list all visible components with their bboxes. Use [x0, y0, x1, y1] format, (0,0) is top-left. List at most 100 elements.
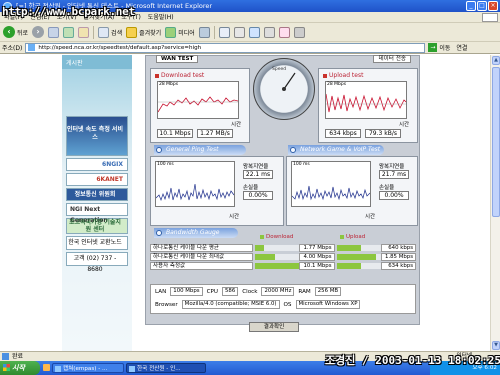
upload-bar [336, 253, 381, 260]
upload-ymax: 28 Mbps [327, 82, 347, 87]
bullet-icon [155, 73, 159, 78]
upload-column-header: Upload [340, 234, 365, 240]
tab-data-transfer[interactable]: 데이터 전송 [373, 55, 411, 63]
voip-ball-icon [290, 147, 296, 153]
upload-bar-fill [336, 253, 377, 260]
media-label: 미디어 [178, 29, 195, 37]
go-button[interactable]: → 이동 [428, 43, 450, 52]
taskbar-item-nca[interactable]: 한국 전산원 - 인... [126, 363, 206, 373]
research-icon[interactable] [293, 26, 305, 38]
minimize-button[interactable]: _ [466, 1, 476, 11]
scroll-up-icon[interactable]: ▲ [492, 56, 500, 65]
address-bar: 주소(D) http://speed.nca.or.kr/speedtest/d… [0, 42, 500, 54]
download-value: 4.00 Mbps [299, 252, 335, 261]
speed-service-banner[interactable]: 인터넷 속도 측정 서비스 [66, 116, 128, 156]
row-name: 하나로통신 케이블 다운 평균 [150, 243, 254, 252]
kix-logo[interactable]: 한국 인터넷 교환노드 [66, 236, 128, 250]
bandwidth-row: 사용자 측정값 10.1 Mbps 634 kbps [150, 261, 417, 270]
board-header[interactable]: 게시판 [62, 55, 132, 69]
download-bar [255, 262, 300, 269]
search-button[interactable]: 검색 [98, 26, 123, 38]
ping-loss-label: 손실율 [243, 185, 259, 191]
vertical-scrollbar[interactable]: ▲ ▼ [490, 55, 500, 351]
print-icon[interactable] [233, 26, 245, 38]
ping-panel: 100 ms 시간 왕복지연율 22.1 ms 손실율 0.00% [150, 156, 284, 226]
back-button[interactable]: ‹ 뒤로 [3, 26, 28, 38]
upload-bar-fill [336, 262, 361, 269]
ngi-logo[interactable]: NGI Next Generation [66, 203, 128, 224]
voip-panel: 100 ms 시간 왕복지연율 21.7 ms 손실율 0.00% [286, 156, 418, 226]
window-controls: _ □ × [466, 1, 498, 11]
search-label: 검색 [111, 29, 123, 37]
links-button[interactable]: 연결 [456, 43, 467, 52]
maximize-button[interactable]: □ [477, 1, 487, 11]
windows-flag-icon [482, 13, 498, 22]
upload-header-text: Upload [346, 234, 366, 240]
bullet-icon [323, 73, 327, 78]
ict-committee-logo[interactable]: 정보통신 위원회 [66, 188, 128, 201]
download-trace [158, 96, 238, 113]
edit-icon[interactable] [248, 26, 260, 38]
mail-icon[interactable] [218, 26, 230, 38]
taskbar-item-capture[interactable]: 캡쳐(empas) - ... [52, 363, 124, 373]
voip-test-header[interactable]: Network Game & VoIP Test [288, 145, 384, 155]
history-icon[interactable] [198, 26, 210, 38]
speedtest-panel: WAN TEST 데이터 전송 Download test 28 Mbps 시간… [145, 55, 420, 325]
home-icon[interactable] [78, 26, 90, 38]
close-button[interactable]: × [488, 1, 498, 11]
cpu-value: 586 [221, 287, 239, 296]
toolbar-separator [93, 25, 95, 39]
favorites-button[interactable]: 즐겨찾기 [126, 26, 161, 38]
download-column-header: Download [260, 234, 293, 240]
scroll-down-icon[interactable]: ▼ [492, 341, 500, 350]
quick-launch-icon[interactable] [43, 364, 50, 371]
ping-loss-value: 0.00% [243, 191, 273, 200]
tab-wan-test[interactable]: WAN TEST [156, 55, 199, 63]
6kanet-logo[interactable]: 6KANET [66, 173, 128, 186]
download-speed-mbps: 10.1 Mbps [157, 129, 193, 138]
confirm-result-button[interactable]: 결과확인 [249, 322, 299, 332]
voip-title-text: Network Game & VoIP Test [300, 146, 381, 153]
lan-label: LAN [155, 288, 167, 295]
back-arrow-icon: ‹ [3, 26, 15, 38]
voip-rtt-label: 왕복지연율 [379, 164, 405, 170]
ping-graph [155, 161, 235, 207]
ram-label: RAM [298, 288, 311, 295]
6ngix-logo[interactable]: 6NGIX [66, 158, 128, 171]
menu-help[interactable]: 도움말(H) [148, 12, 174, 22]
speed-gauge: Speed [253, 58, 315, 120]
stop-icon[interactable] [48, 26, 60, 38]
watermark-text: http://www.bcpark.net [2, 5, 135, 18]
upload-panel: Upload test 28 Mbps 시간 634 kbps 79.3 kB/… [318, 68, 418, 143]
status-text: 완료 [12, 353, 24, 360]
search-icon [98, 26, 110, 38]
app-icon [55, 366, 61, 372]
bandwidth-gauge-header[interactable]: Bandwidth Gauge [154, 228, 238, 238]
support-center-logo[interactable]: 초고속국가망 기술지원 센터 [66, 218, 128, 234]
clock-value: 2000 MHz [261, 287, 295, 296]
upload-title: Upload test [323, 72, 363, 79]
forward-button[interactable]: › [32, 26, 45, 38]
go-arrow-icon: → [428, 43, 438, 52]
download-bar-fill [255, 244, 264, 251]
address-input[interactable]: http://speed.nca.or.kr/speedtest/default… [25, 42, 426, 53]
start-button[interactable]: 시작 [0, 361, 40, 375]
download-title: Download test [155, 72, 204, 79]
gauge-hub [282, 87, 286, 91]
forward-arrow-icon: › [32, 26, 45, 38]
ping-test-header[interactable]: General Ping Test [154, 145, 246, 155]
upload-bar [336, 244, 381, 251]
bandwidth-table: Download Upload 하나로통신 케이블 다운 평균 1.77 Mbps… [150, 234, 417, 270]
media-button[interactable]: 미디어 [165, 26, 195, 38]
scroll-thumb[interactable] [492, 67, 500, 217]
upload-graph-svg [326, 93, 406, 113]
windows-logo-icon [3, 364, 10, 371]
address-url: http://speed.nca.or.kr/speedtest/default… [38, 44, 202, 51]
ie-icon [129, 366, 135, 372]
refresh-icon[interactable] [63, 26, 75, 38]
messenger-icon[interactable] [278, 26, 290, 38]
discuss-icon[interactable] [263, 26, 275, 38]
bandwidth-ball-icon [156, 230, 162, 236]
ping-title-text: General Ping Test [166, 146, 219, 153]
os-value: Microsoft Windows XP [295, 300, 361, 309]
